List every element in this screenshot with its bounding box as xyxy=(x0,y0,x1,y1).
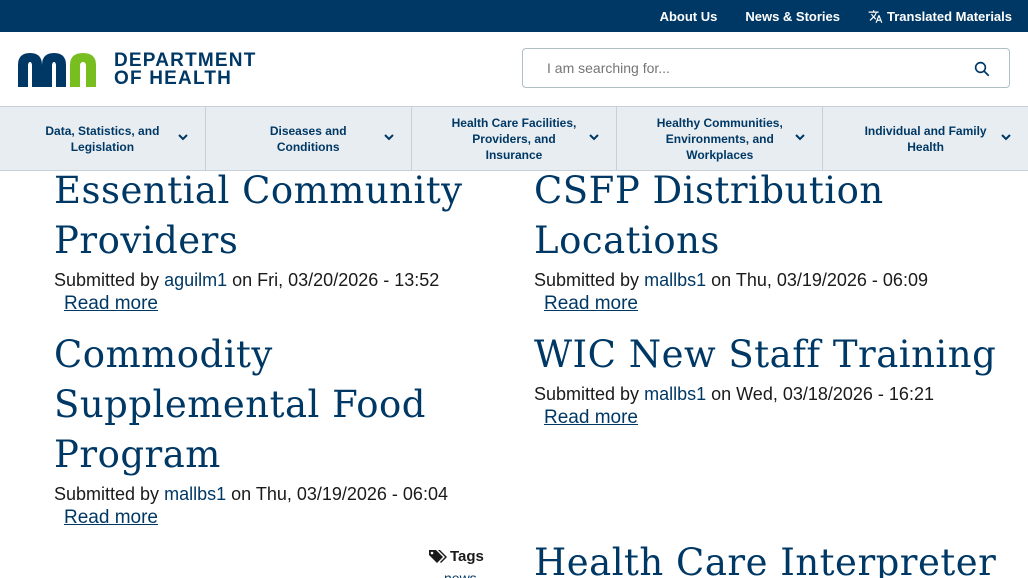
chevron-down-icon xyxy=(795,134,805,141)
main-navigation: Data, Statistics, and Legislation Diseas… xyxy=(0,106,1028,171)
read-more-link[interactable]: Read more xyxy=(544,407,1014,429)
nav-item-healthy-communities[interactable]: Healthy Communities, Environments, and W… xyxy=(617,107,824,170)
chevron-down-icon xyxy=(1001,134,1011,141)
submitted-label: Submitted by xyxy=(54,270,160,290)
logo-line-2: OF HEALTH xyxy=(114,68,233,89)
nav-item-label: Health Care Facilities, Providers, and I… xyxy=(451,115,577,162)
search-input[interactable] xyxy=(523,49,977,87)
tags-text: Tags xyxy=(450,548,484,565)
item-date: on Fri, 03/20/2026 - 13:52 xyxy=(232,270,440,290)
read-more-link[interactable]: Read more xyxy=(64,293,474,315)
list-item: CSFP Distribution Locations Submitted by… xyxy=(534,170,974,315)
about-us-link[interactable]: About Us xyxy=(660,9,718,24)
read-more-link[interactable]: Read more xyxy=(64,507,474,529)
item-title[interactable]: CSFP Distribution Locations xyxy=(534,170,974,266)
nav-item-data-statistics[interactable]: Data, Statistics, and Legislation xyxy=(0,107,206,170)
item-meta: Submitted by mallbs1 on Thu, 03/19/2026 … xyxy=(54,484,474,505)
utility-bar: About Us News & Stories Translated Mater… xyxy=(0,0,1028,32)
chevron-down-icon xyxy=(178,134,188,141)
search-icon[interactable] xyxy=(973,60,991,78)
item-author[interactable]: mallbs1 xyxy=(644,384,706,404)
nav-item-label: Data, Statistics, and Legislation xyxy=(45,123,160,154)
item-author[interactable]: mallbs1 xyxy=(164,484,226,504)
utility-links: About Us News & Stories Translated Mater… xyxy=(660,0,1012,32)
translated-materials-label: Translated Materials xyxy=(887,8,1012,24)
item-date: on Thu, 03/19/2026 - 06:09 xyxy=(711,270,928,290)
item-title[interactable]: WIC New Staff Training xyxy=(534,330,1014,380)
translated-materials-link[interactable]: Translated Materials xyxy=(868,9,1012,24)
logo-wordmark: DEPARTMENT OF HEALTH xyxy=(114,51,257,89)
item-title[interactable]: Commodity Supplemental Food Program xyxy=(54,330,474,480)
item-date: on Wed, 03/18/2026 - 16:21 xyxy=(711,384,934,404)
item-title[interactable]: Health Care Interpreter xyxy=(534,538,1014,578)
news-stories-link[interactable]: News & Stories xyxy=(745,9,840,24)
site-header: DEPARTMENT OF HEALTH xyxy=(0,32,1028,106)
item-meta: Submitted by mallbs1 on Thu, 03/19/2026 … xyxy=(534,270,974,291)
tags-icon xyxy=(429,549,447,563)
submitted-label: Submitted by xyxy=(534,384,640,404)
list-item: Health Care Interpreter xyxy=(534,538,1014,578)
item-author[interactable]: aguilm1 xyxy=(164,270,227,290)
item-author[interactable]: mallbs1 xyxy=(644,270,706,290)
item-title[interactable]: Essential Community Providers xyxy=(54,170,474,266)
item-date: on Thu, 03/19/2026 - 06:04 xyxy=(231,484,448,504)
mn-logo-mark xyxy=(18,53,96,87)
submitted-label: Submitted by xyxy=(54,484,160,504)
site-search xyxy=(522,48,1010,88)
tag-link[interactable]: news xyxy=(444,570,477,578)
mdh-logo[interactable]: DEPARTMENT OF HEALTH xyxy=(16,51,257,89)
submitted-label: Submitted by xyxy=(534,270,640,290)
list-item: WIC New Staff Training Submitted by mall… xyxy=(534,330,1014,429)
nav-item-health-care[interactable]: Health Care Facilities, Providers, and I… xyxy=(412,107,618,170)
list-item: Essential Community Providers Submitted … xyxy=(54,170,474,315)
tags-label: Tags xyxy=(428,548,484,565)
nav-item-label: Individual and Family Health xyxy=(864,123,987,154)
list-item: Commodity Supplemental Food Program Subm… xyxy=(54,330,474,529)
nav-item-individual-family[interactable]: Individual and Family Health xyxy=(823,107,1028,170)
translate-icon xyxy=(868,9,883,23)
item-meta: Submitted by aguilm1 on Fri, 03/20/2026 … xyxy=(54,270,474,291)
read-more-link[interactable]: Read more xyxy=(544,293,974,315)
results-list: Essential Community Providers Submitted … xyxy=(0,170,1028,578)
nav-item-label: Diseases and Conditions xyxy=(269,123,347,154)
nav-item-diseases[interactable]: Diseases and Conditions xyxy=(206,107,412,170)
item-meta: Submitted by mallbs1 on Wed, 03/18/2026 … xyxy=(534,384,1014,405)
chevron-down-icon xyxy=(589,134,600,141)
nav-item-label: Healthy Communities, Environments, and W… xyxy=(656,115,783,162)
chevron-down-icon xyxy=(383,134,394,141)
